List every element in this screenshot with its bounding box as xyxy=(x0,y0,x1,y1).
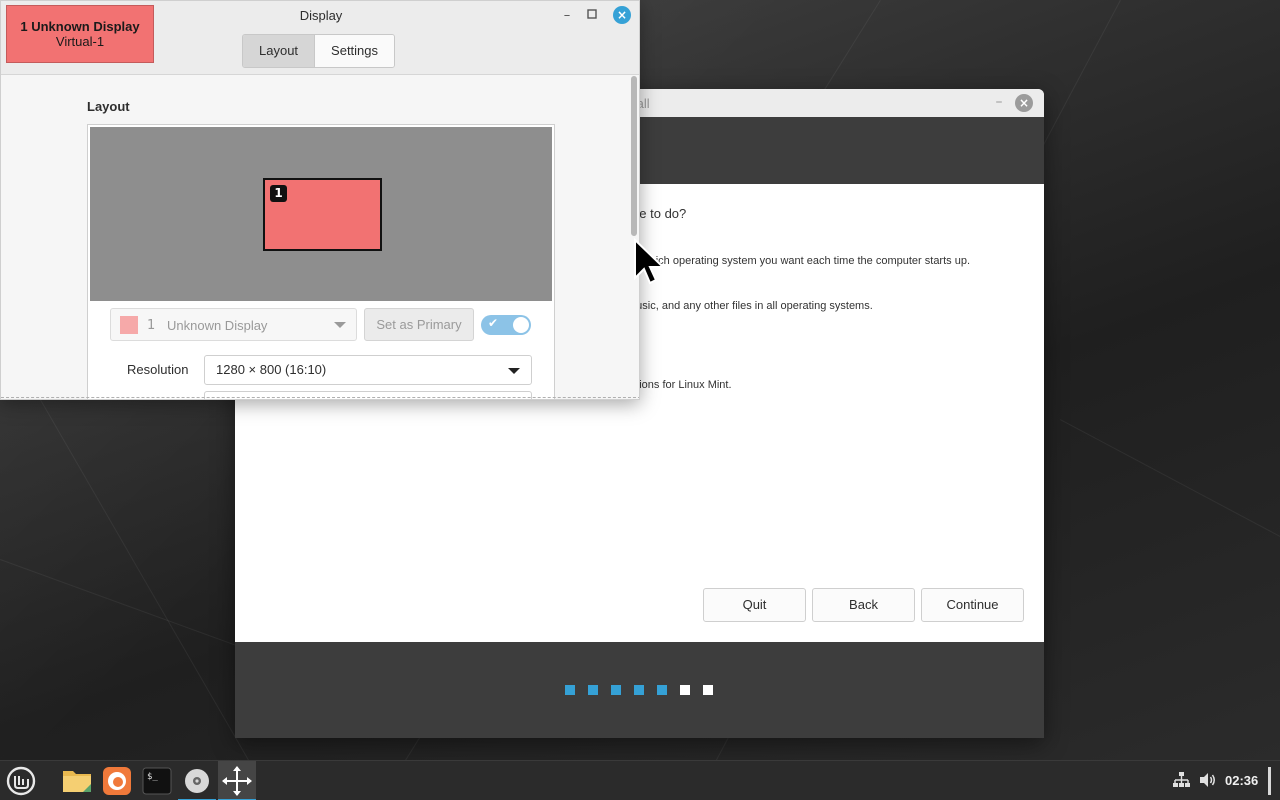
back-button[interactable]: Back xyxy=(812,588,915,622)
resolution-value: 1280 × 800 (16:10) xyxy=(216,362,327,377)
close-button[interactable]: × xyxy=(1015,94,1033,112)
tab-layout[interactable]: Layout xyxy=(243,35,316,67)
overlay-display-name: 1 Unknown Display xyxy=(20,19,140,34)
minimize-button[interactable]: – xyxy=(557,7,577,25)
move-icon xyxy=(222,766,252,796)
resolution-dropdown[interactable]: 1280 × 800 (16:10) xyxy=(204,355,532,385)
taskbar: $_ 02:36 xyxy=(0,760,1280,800)
resolution-label: Resolution xyxy=(127,362,189,377)
monitor-select-dropdown[interactable]: 1 Unknown Display xyxy=(110,308,357,341)
taskbar-firefox[interactable] xyxy=(98,761,136,800)
files-icon xyxy=(63,771,91,792)
close-button[interactable]: × xyxy=(613,6,631,24)
firefox-icon xyxy=(103,767,131,795)
mouse-pointer-icon xyxy=(634,238,666,285)
next-setting-dropdown[interactable] xyxy=(204,391,532,399)
network-icon[interactable] xyxy=(1172,771,1190,789)
quit-button[interactable]: Quit xyxy=(703,588,806,622)
mint-menu-icon xyxy=(6,766,36,796)
monitor-number-badge: 1 xyxy=(270,185,287,202)
view-switcher: Layout Settings xyxy=(242,34,396,68)
progress-step xyxy=(703,685,713,695)
option-description: rtitions for Linux Mint. xyxy=(627,379,732,391)
option-description: music, and any other files in all operat… xyxy=(627,300,873,312)
option-description: se which operating system you want each … xyxy=(627,255,970,267)
window-bottom-edge xyxy=(1,397,639,398)
taskbar-files[interactable] xyxy=(58,761,96,800)
taskbar-display-settings[interactable] xyxy=(218,761,256,800)
progress-step xyxy=(565,685,575,695)
display-identify-overlay: 1 Unknown Display Virtual-1 xyxy=(6,5,154,63)
chevron-down-icon xyxy=(334,322,346,328)
monitor-select-number: 1 xyxy=(147,318,156,333)
monitor-arrangement-canvas[interactable]: 1 xyxy=(90,127,552,301)
terminal-icon: $_ xyxy=(142,767,172,795)
progress-step xyxy=(611,685,621,695)
chevron-down-icon xyxy=(508,368,520,374)
progress-step xyxy=(680,685,690,695)
progress-step xyxy=(634,685,644,695)
show-desktop-button[interactable] xyxy=(1268,767,1271,795)
disc-icon xyxy=(185,769,209,793)
section-label-layout: Layout xyxy=(87,99,130,114)
check-icon: ✔ xyxy=(488,316,499,330)
progress-step xyxy=(588,685,598,695)
overlay-connector: Virtual-1 xyxy=(55,34,105,49)
display-settings-window: Display 1 Unknown Display Virtual-1 Layo… xyxy=(0,0,640,400)
taskbar-installer[interactable] xyxy=(178,761,216,800)
progress-step xyxy=(657,685,667,695)
toggle-knob xyxy=(513,317,529,333)
minimize-button[interactable]: – xyxy=(989,93,1009,113)
svg-text:$_: $_ xyxy=(147,772,158,782)
monitor-select-name: Unknown Display xyxy=(167,318,268,333)
scrollbar[interactable] xyxy=(631,76,637,236)
monitor-color-swatch xyxy=(120,316,138,334)
monitor-tile[interactable]: 1 xyxy=(263,178,382,251)
maximize-button[interactable] xyxy=(582,7,602,25)
menu-button[interactable] xyxy=(2,761,40,800)
maximize-icon xyxy=(587,9,597,19)
clock[interactable]: 02:36 xyxy=(1225,773,1258,788)
continue-button[interactable]: Continue xyxy=(921,588,1024,622)
tab-settings[interactable]: Settings xyxy=(315,35,395,67)
volume-icon[interactable] xyxy=(1198,771,1218,789)
taskbar-terminal[interactable]: $_ xyxy=(138,761,176,800)
set-primary-button[interactable]: Set as Primary xyxy=(364,308,474,341)
monitor-enabled-toggle[interactable]: ✔ xyxy=(481,315,531,335)
